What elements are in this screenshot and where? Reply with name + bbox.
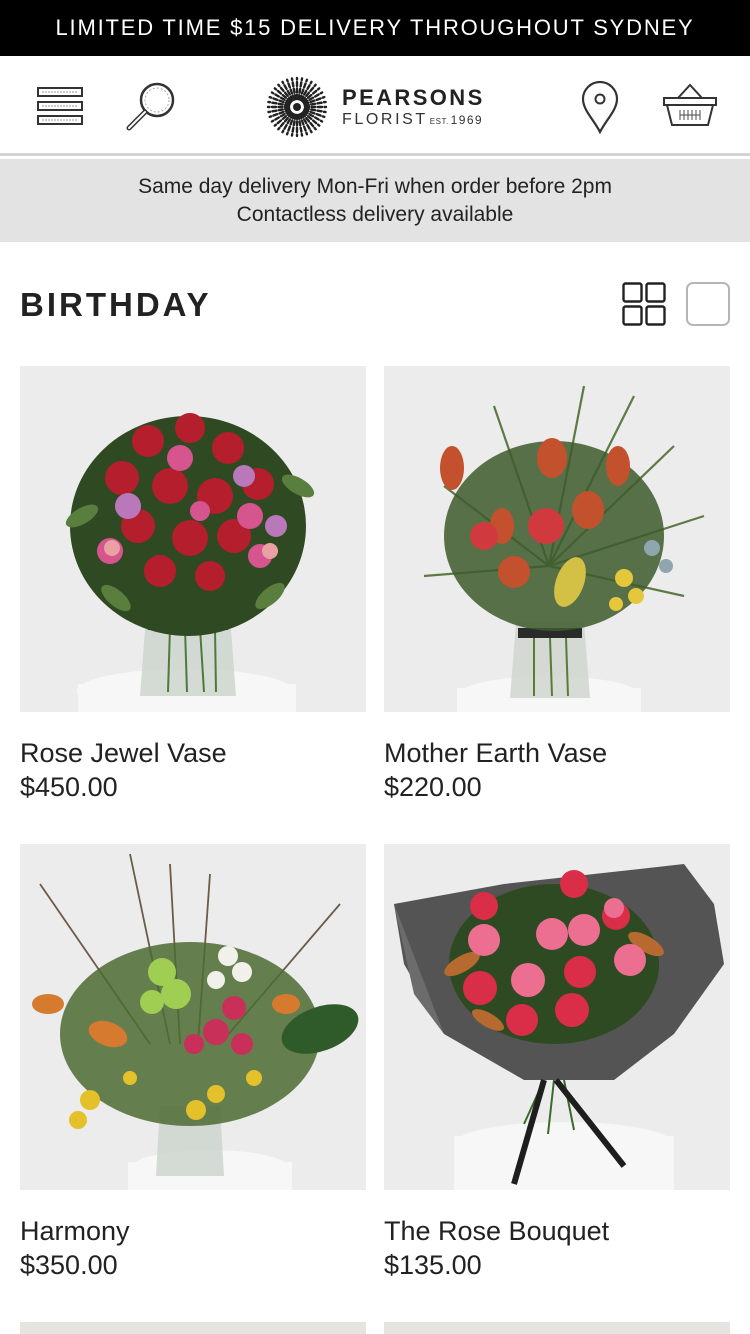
product-image-partial <box>20 1322 366 1334</box>
menu-button[interactable] <box>36 86 84 126</box>
product-card[interactable]: The Rose Bouquet $135.00 <box>384 844 730 1282</box>
site-header: PEARSONS FLORIST EST. 1969 <box>0 56 750 156</box>
product-price: $220.00 <box>384 772 482 802</box>
product-name[interactable]: Mother Earth Vase <box>384 736 730 770</box>
logo-subtitle: FLORIST <box>342 110 428 128</box>
product-image-partial <box>384 1322 730 1334</box>
page-title: BIRTHDAY <box>20 286 212 323</box>
product-name[interactable]: The Rose Bouquet <box>384 1214 730 1248</box>
search-icon <box>126 82 175 131</box>
store-locator-button[interactable] <box>580 80 620 135</box>
logo-est: EST. <box>429 116 449 126</box>
logo-mark-icon <box>266 76 328 138</box>
grid-view-icon <box>622 282 666 326</box>
product-name[interactable]: Harmony <box>20 1214 366 1248</box>
product-image[interactable] <box>20 844 366 1190</box>
promo-bar: LIMITED TIME $15 DELIVERY THROUGHOUT SYD… <box>0 0 750 56</box>
delivery-line-1: Same day delivery Mon-Fri when order bef… <box>138 174 612 198</box>
delivery-line-2: Contactless delivery available <box>236 202 514 226</box>
list-view-icon[interactable] <box>686 282 730 326</box>
map-pin-icon <box>581 80 619 135</box>
product-price: $135.00 <box>384 1250 482 1280</box>
basket-icon <box>663 83 717 126</box>
product-card[interactable]: Mother Earth Vase $220.00 <box>384 366 730 804</box>
delivery-banner: Same day delivery Mon-Fri when order bef… <box>0 159 750 242</box>
product-image[interactable] <box>20 366 366 712</box>
product-card[interactable]: Harmony $350.00 <box>20 844 366 1282</box>
product-price: $450.00 <box>20 772 118 802</box>
product-name[interactable]: Rose Jewel Vase <box>20 736 366 770</box>
product-image[interactable] <box>384 366 730 712</box>
promo-text: LIMITED TIME $15 DELIVERY THROUGHOUT SYD… <box>55 15 695 40</box>
product-price: $350.00 <box>20 1250 118 1280</box>
logo-year: 1969 <box>450 112 483 127</box>
cart-button[interactable] <box>662 82 718 128</box>
product-image[interactable] <box>384 844 730 1190</box>
grid-view-button[interactable] <box>622 282 666 326</box>
search-button[interactable] <box>124 80 178 134</box>
brand-logo[interactable]: PEARSONS FLORIST EST. 1969 <box>266 76 486 138</box>
product-card[interactable]: Rose Jewel Vase $450.00 <box>20 366 366 804</box>
logo-name: PEARSONS <box>342 84 485 110</box>
menu-icon <box>37 87 83 125</box>
